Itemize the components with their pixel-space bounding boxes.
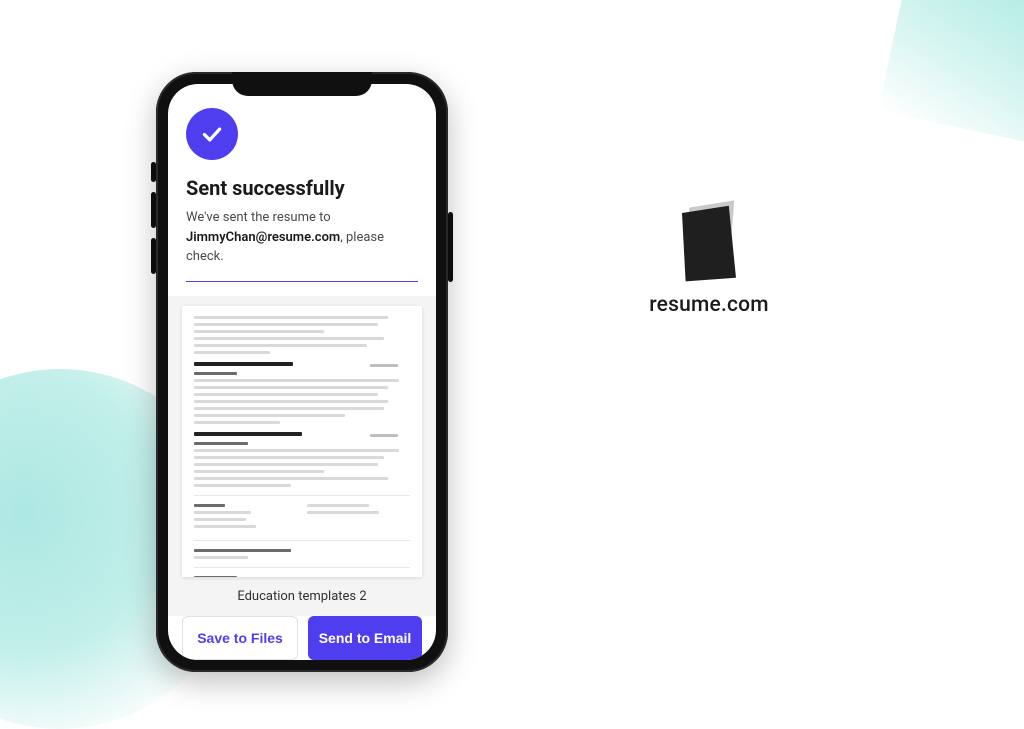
dialog-divider — [186, 281, 418, 282]
preview-caption: Education templates 2 — [182, 577, 422, 616]
dialog-title: Sent successfully — [186, 176, 418, 200]
preview-area: Education templates 2 — [168, 296, 436, 616]
phone-notch — [232, 72, 372, 96]
send-to-email-button[interactable]: Send to Email — [308, 616, 422, 660]
phone-volume-up — [151, 192, 156, 228]
dialog-message: We've sent the resume to JimmyChan@resum… — [186, 208, 418, 267]
sent-dialog: Sent successfully We've sent the resume … — [168, 84, 436, 296]
phone-frame: Sent successfully We've sent the resume … — [156, 72, 448, 672]
phone-volume-down — [151, 238, 156, 274]
resume-thumbnail[interactable] — [182, 306, 422, 577]
brand-block: resume.com — [609, 195, 809, 317]
decorative-corner-top-right — [878, 0, 1024, 146]
brand-name-label: resume.com — [609, 293, 809, 317]
action-bar: Save to Files Send to Email — [168, 616, 436, 661]
save-to-files-button[interactable]: Save to Files — [182, 616, 298, 660]
success-check-icon — [186, 108, 238, 160]
phone-silent-switch — [151, 162, 156, 182]
dialog-sent-prefix: We've sent the resume to — [186, 210, 331, 225]
brand-logo-icon — [664, 195, 754, 285]
dialog-email: JimmyChan@resume.com — [186, 230, 340, 245]
phone-device: Sent successfully We've sent the resume … — [156, 72, 448, 672]
phone-power-button — [448, 212, 453, 282]
phone-screen: Sent successfully We've sent the resume … — [168, 84, 436, 660]
